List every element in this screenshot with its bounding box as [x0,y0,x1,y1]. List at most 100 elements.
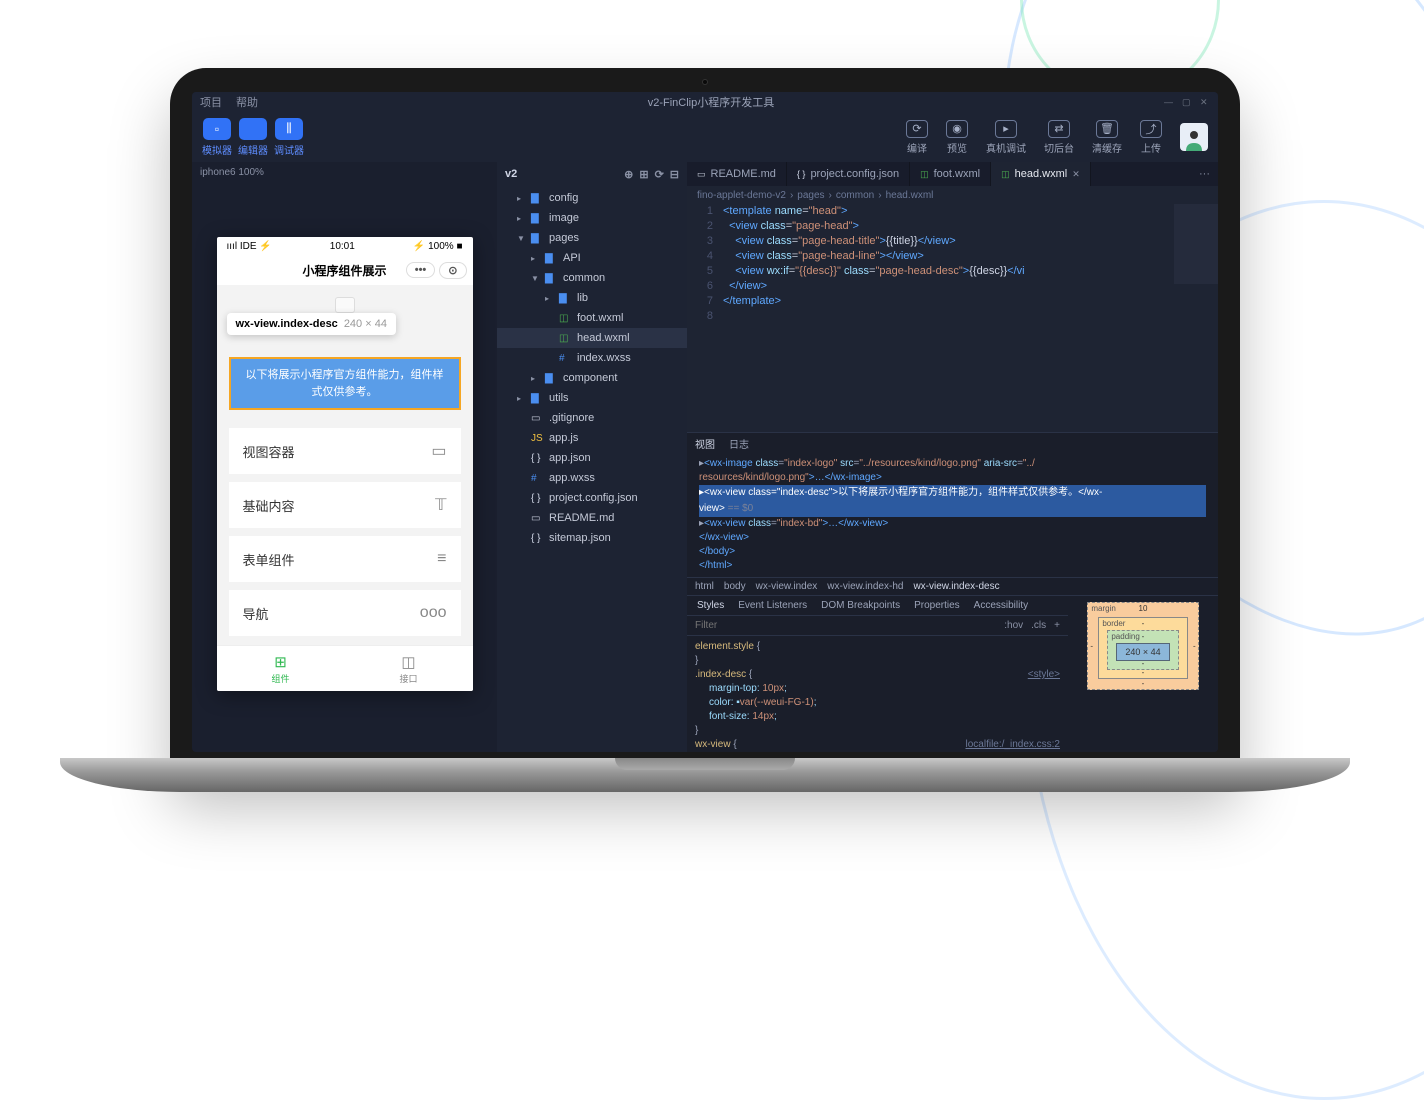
file-index.wxss[interactable]: # index.wxss [497,348,687,368]
menu-item-2[interactable]: 表单组件 ≡ [229,536,461,582]
folder-image[interactable]: ▸ ▇ image [497,208,687,228]
dom-crumb[interactable]: wx-view.index-desc [913,581,999,592]
action-预览[interactable]: ◉ 预览 [946,120,968,155]
collapse-icon[interactable]: ⊟ [670,168,679,181]
action-上传[interactable]: ⤴ 上传 [1140,120,1162,155]
css-rules[interactable]: element.style { } <style>.index-desc { m… [687,636,1068,752]
dom-crumb[interactable]: body [724,581,746,592]
folder-label: API [563,252,581,264]
folder-config[interactable]: ▸ ▇ config [497,188,687,208]
tabbar-item-1[interactable]: ◫ 接口 [345,646,473,691]
folder-icon: ▇ [531,233,545,244]
tool-2[interactable]: ⫼ 调试器 [274,118,304,157]
folder-common[interactable]: ▼ ▇ common [497,268,687,288]
window-minimize[interactable]: — [1164,97,1174,107]
style-tab-2[interactable]: DOM Breakpoints [821,600,900,611]
action-label-0: 编译 [907,140,927,155]
new-file-icon[interactable]: ⊕ [624,168,633,181]
editor-panel: ▭ README.md { } project.config.json ◫ fo… [687,162,1218,752]
action-icon-2: ▸ [995,120,1017,138]
css-source-link[interactable]: <style> [1028,668,1060,682]
file-sitemap.json[interactable]: { } sitemap.json [497,528,687,548]
breadcrumb-segment[interactable]: head.wxml [886,190,934,201]
dom-crumb[interactable]: wx-view.index-hd [827,581,903,592]
inspector-selector: wx-view.index-desc [236,318,338,330]
code-editor[interactable]: 12345678 <template name="head"> <view cl… [687,204,1218,432]
tabbar-item-0[interactable]: ⊞ 组件 [217,646,345,691]
simulator-device-label[interactable]: iphone6 100% [192,162,497,182]
breadcrumb-segment[interactable]: common [836,190,874,201]
file-app.json[interactable]: { } app.json [497,448,687,468]
folder-pages[interactable]: ▼ ▇ pages [497,228,687,248]
class-toggle[interactable]: .cls [1031,620,1046,631]
breadcrumb-segment[interactable]: pages [797,190,824,201]
editor-tab-1[interactable]: { } project.config.json [787,162,910,186]
menu-item-label: 表单组件 [243,550,295,569]
minimap[interactable] [1174,204,1218,284]
action-切后台[interactable]: ⇄ 切后台 [1044,120,1074,155]
code-content[interactable]: <template name="head"> <view class="page… [723,204,1218,432]
file-app.js[interactable]: JS app.js [497,428,687,448]
box-model[interactable]: margin 10 - - - border - padding - 240 ×… [1068,596,1218,752]
hover-toggle[interactable]: :hov [1004,620,1023,631]
tool-1[interactable]: 编辑器 [238,118,268,157]
file-head.wxml[interactable]: ◫ head.wxml [497,328,687,348]
action-清缓存[interactable]: 🗑 清缓存 [1092,120,1122,155]
devtools-tab-log[interactable]: 日志 [729,436,749,451]
file-README.md[interactable]: ▭ README.md [497,508,687,528]
file-label: app.js [549,432,578,444]
menu-item-0[interactable]: 视图容器 ▭ [229,428,461,474]
highlighted-element[interactable]: 以下将展示小程序官方组件能力，组件样式仅供参考。 [229,357,461,410]
simulator-panel: iphone6 100% ıııl IDE ⚡ 10:01 ⚡ 100% ■ 小… [192,162,497,752]
file-foot.wxml[interactable]: ◫ foot.wxml [497,308,687,328]
capsule-menu-icon[interactable]: ••• [406,262,436,278]
action-label-1: 预览 [947,140,967,155]
breadcrumb-segment[interactable]: fino-applet-demo-v2 [697,190,786,201]
capsule-close-icon[interactable]: ⊙ [439,262,466,279]
avatar[interactable] [1180,123,1208,151]
line-number: 5 [687,264,713,279]
editor-tab-2[interactable]: ◫ foot.wxml [910,162,991,186]
dom-selected-row[interactable]: ▸<wx-view class="index-desc">以下将展示小程序官方组… [699,485,1206,501]
style-tab-0[interactable]: Styles [697,600,724,611]
style-tab-1[interactable]: Event Listeners [738,600,807,611]
file-project.config.json[interactable]: { } project.config.json [497,488,687,508]
file-.gitignore[interactable]: ▭ .gitignore [497,408,687,428]
dom-crumb[interactable]: wx-view.index [756,581,818,592]
menu-item-1[interactable]: 基础内容 𝕋 [229,482,461,528]
action-真机调试[interactable]: ▸ 真机调试 [986,120,1026,155]
refresh-icon[interactable]: ⟳ [655,168,664,181]
new-folder-icon[interactable]: ⊞ [639,168,648,181]
css-source-link-2[interactable]: localfile:/_index.css:2 [966,738,1061,752]
add-style-icon[interactable]: + [1054,620,1060,631]
window-maximize[interactable]: ▢ [1182,97,1192,107]
chevron-icon: ▸ [517,394,527,403]
folder-API[interactable]: ▸ ▇ API [497,248,687,268]
file-tree-root[interactable]: v2 [505,168,517,180]
window-close[interactable]: ✕ [1200,97,1210,107]
action-编译[interactable]: ⟳ 编译 [906,120,928,155]
tab-close-icon[interactable]: ✕ [1072,169,1080,180]
dom-crumb[interactable]: html [695,581,714,592]
editor-tab-3[interactable]: ◫ head.wxml ✕ [991,162,1091,186]
file-app.wxss[interactable]: # app.wxss [497,468,687,488]
editor-tab-0[interactable]: ▭ README.md [687,162,787,186]
styles-filter-input[interactable] [695,620,1004,631]
tool-label-1: 编辑器 [238,142,268,157]
style-tab-4[interactable]: Accessibility [974,600,1028,611]
tab-overflow-icon[interactable]: ··· [1191,162,1218,186]
chevron-icon: ▸ [531,254,541,263]
folder-lib[interactable]: ▸ ▇ lib [497,288,687,308]
devtools: 视图 日志 ▸<wx-image class="index-logo" src=… [687,432,1218,752]
menu-project[interactable]: 项目 [200,94,222,110]
menu-help[interactable]: 帮助 [236,94,258,110]
dom-breadcrumb[interactable]: html body wx-view.index wx-view.index-hd wx-… [687,577,1218,595]
file-label: app.json [549,452,591,464]
menu-item-3[interactable]: 导航 ooo [229,590,461,636]
style-tab-3[interactable]: Properties [914,600,960,611]
folder-component[interactable]: ▸ ▇ component [497,368,687,388]
tool-0[interactable]: ▫ 模拟器 [202,118,232,157]
devtools-tab-view[interactable]: 视图 [695,436,715,451]
folder-utils[interactable]: ▸ ▇ utils [497,388,687,408]
dom-tree[interactable]: ▸<wx-image class="index-logo" src="../re… [687,453,1218,577]
